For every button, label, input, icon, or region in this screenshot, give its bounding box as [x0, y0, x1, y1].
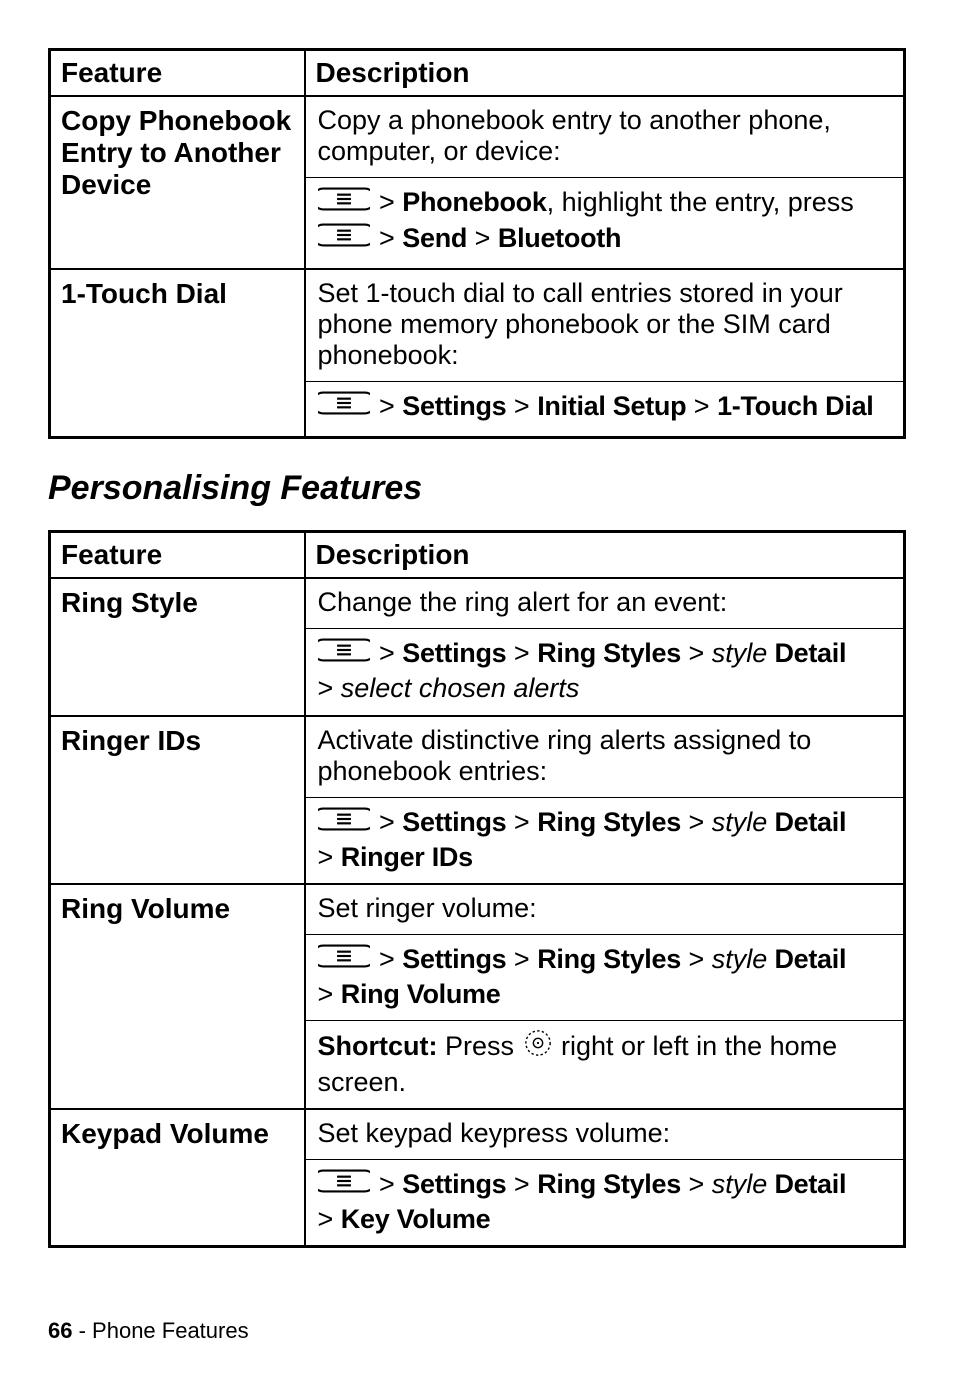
feature-label: 1-Touch Dial — [50, 269, 305, 438]
feature-label: Copy Phonebook Entry to Another Device — [50, 96, 305, 269]
col-header-feature: Feature — [50, 50, 305, 97]
col-header-feature: Feature — [50, 532, 305, 579]
feature-description: Set 1-touch dial to call entries stored … — [305, 269, 905, 438]
menu-icon — [318, 943, 370, 976]
table-row: Keypad Volume Set keypad keypress volume… — [50, 1109, 905, 1247]
table-row: 1-Touch Dial Set 1-touch dial to call en… — [50, 269, 905, 438]
feature-description: Change the ring alert for an event: > Se… — [305, 578, 905, 715]
table-personalising: Feature Description Ring Style Change th… — [48, 530, 906, 1248]
table-row: Ring Style Change the ring alert for an … — [50, 578, 905, 715]
col-header-description: Description — [305, 50, 905, 97]
col-header-description: Description — [305, 532, 905, 579]
navigation-path: > Settings > Ring Styles > style Detail>… — [306, 1160, 904, 1245]
feature-label: Keypad Volume — [50, 1109, 305, 1247]
description-text: Set ringer volume: — [306, 885, 904, 935]
menu-icon — [318, 186, 370, 219]
description-text: Change the ring alert for an event: — [306, 579, 904, 629]
path-tail: Key Volume — [341, 1204, 491, 1234]
table-row: Ringer IDs Activate distinctive ring ale… — [50, 716, 905, 884]
footer-section: Phone Features — [92, 1318, 249, 1343]
description-text: Set 1-touch dial to call entries stored … — [306, 270, 904, 382]
shortcut-text: Shortcut: Press right or left in the hom… — [306, 1021, 904, 1108]
menu-icon — [318, 390, 370, 423]
nav-key-icon — [524, 1029, 552, 1064]
table-row: Copy Phonebook Entry to Another Device C… — [50, 96, 905, 269]
table-row: Ring Volume Set ringer volume: > Setting… — [50, 884, 905, 1109]
feature-label: Ringer IDs — [50, 716, 305, 884]
path-tail: Ring Volume — [341, 979, 501, 1009]
navigation-path: > Settings > Initial Setup > 1-Touch Dia… — [306, 382, 904, 436]
feature-label: Ring Style — [50, 578, 305, 715]
feature-description: Copy a phonebook entry to another phone,… — [305, 96, 905, 269]
menu-icon — [318, 222, 370, 255]
description-text: Copy a phonebook entry to another phone,… — [306, 97, 904, 178]
description-text: Set keypad keypress volume: — [306, 1110, 904, 1160]
navigation-path: > Phonebook, highlight the entry, press … — [306, 178, 904, 268]
feature-description: Set ringer volume: > Settings > Ring Sty… — [305, 884, 905, 1109]
table-phonebook-extra: Feature Description Copy Phonebook Entry… — [48, 48, 906, 439]
description-text: Activate distinctive ring alerts assigne… — [306, 717, 904, 798]
menu-icon — [318, 806, 370, 839]
feature-description: Set keypad keypress volume: > Settings >… — [305, 1109, 905, 1247]
section-heading: Personalising Features — [48, 469, 906, 508]
page-footer: 66 - Phone Features — [48, 1318, 906, 1344]
navigation-path: > Settings > Ring Styles > style Detail>… — [306, 798, 904, 883]
navigation-path: > Settings > Ring Styles > style Detail>… — [306, 935, 904, 1021]
path-tail: select chosen alerts — [341, 673, 580, 703]
feature-description: Activate distinctive ring alerts assigne… — [305, 716, 905, 884]
menu-icon — [318, 637, 370, 670]
navigation-path: > Settings > Ring Styles > style Detail>… — [306, 629, 904, 714]
page-number: 66 — [48, 1318, 72, 1343]
feature-label: Ring Volume — [50, 884, 305, 1109]
path-tail: Ringer IDs — [341, 842, 473, 872]
menu-icon — [318, 1168, 370, 1201]
